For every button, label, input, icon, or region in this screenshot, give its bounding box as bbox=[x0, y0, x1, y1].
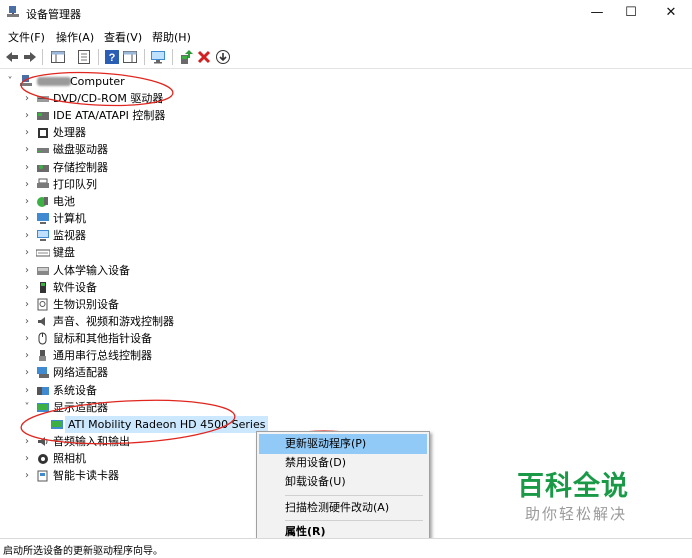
context-separator bbox=[285, 520, 423, 521]
context-menu: 更新驱动程序(P) 禁用设备(D) 卸载设备(U) 扫描检测硬件改动(A) 属性… bbox=[256, 431, 430, 546]
watermark-title: 百科全说 bbox=[517, 471, 629, 502]
status-text: 启动所选设备的更新驱动程序向导。 bbox=[3, 546, 163, 557]
context-separator bbox=[285, 495, 423, 496]
context-disable-device[interactable]: 禁用设备(D) bbox=[259, 453, 427, 473]
annotation-ellipse-display-adapter bbox=[20, 399, 236, 445]
context-item-label: 卸载设备(U) bbox=[285, 475, 346, 488]
context-update-driver[interactable]: 更新驱动程序(P) bbox=[259, 434, 427, 454]
context-item-label: 更新驱动程序(P) bbox=[285, 437, 367, 450]
watermark-subtitle: 助你轻松解决 bbox=[525, 505, 628, 523]
context-uninstall-device[interactable]: 卸载设备(U) bbox=[259, 472, 427, 492]
status-bar: 启动所选设备的更新驱动程序向导。 bbox=[0, 538, 692, 558]
context-item-label: 扫描检测硬件改动(A) bbox=[285, 501, 390, 514]
annotation-ellipse-computer bbox=[20, 71, 174, 107]
context-item-label: 禁用设备(D) bbox=[285, 456, 347, 469]
context-scan-hardware[interactable]: 扫描检测硬件改动(A) bbox=[259, 498, 427, 518]
